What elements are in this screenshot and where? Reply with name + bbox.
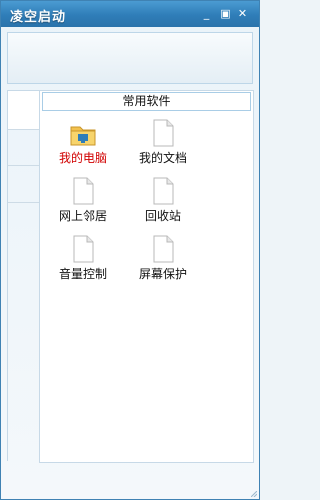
item-label: 屏幕保护 bbox=[138, 267, 187, 281]
banner-panel bbox=[7, 32, 253, 84]
item-label: 回收站 bbox=[144, 209, 181, 223]
document-icon bbox=[153, 235, 174, 263]
item-recycle-bin[interactable]: 回收站 bbox=[128, 176, 198, 224]
item-my-computer[interactable]: 我的电脑 bbox=[48, 118, 118, 166]
document-icon bbox=[153, 177, 174, 205]
item-label: 音量控制 bbox=[58, 267, 107, 281]
item-my-documents[interactable]: 我的文档 bbox=[128, 118, 198, 166]
computer-folder-icon bbox=[70, 126, 96, 146]
tab-3[interactable] bbox=[8, 166, 40, 203]
item-label: 我的文档 bbox=[138, 151, 187, 165]
restore-button[interactable]: ▣ bbox=[220, 8, 231, 19]
item-network[interactable]: 网上邻居 bbox=[48, 176, 118, 224]
document-icon bbox=[73, 177, 94, 205]
item-label: 我的电脑 bbox=[58, 151, 107, 165]
document-icon bbox=[73, 235, 94, 263]
tab-common-software[interactable] bbox=[8, 90, 40, 130]
category-header[interactable]: 常用软件 bbox=[42, 92, 251, 111]
launcher-panel: 常用软件 我的电脑 我的文档 网上邻居 回收站 音量控制 屏幕保护 bbox=[39, 90, 254, 463]
side-tab-strip bbox=[7, 90, 40, 461]
item-label: 网上邻居 bbox=[58, 209, 107, 223]
item-screensaver[interactable]: 屏幕保护 bbox=[128, 234, 198, 282]
resize-grip-icon[interactable] bbox=[251, 491, 257, 497]
document-icon bbox=[153, 119, 174, 147]
item-volume-control[interactable]: 音量控制 bbox=[48, 234, 118, 282]
close-button[interactable]: ✕ bbox=[237, 8, 248, 19]
title-bar[interactable]: 凌空启动 _ ▣ ✕ bbox=[1, 1, 259, 27]
minimize-button[interactable]: _ bbox=[201, 8, 212, 19]
app-window: 凌空启动 _ ▣ ✕ 常用软件 我的电脑 我的文档 网上邻居 回收站 音量控制 … bbox=[0, 0, 260, 500]
window-title: 凌空启动 bbox=[10, 10, 67, 25]
tab-2[interactable] bbox=[8, 129, 40, 166]
